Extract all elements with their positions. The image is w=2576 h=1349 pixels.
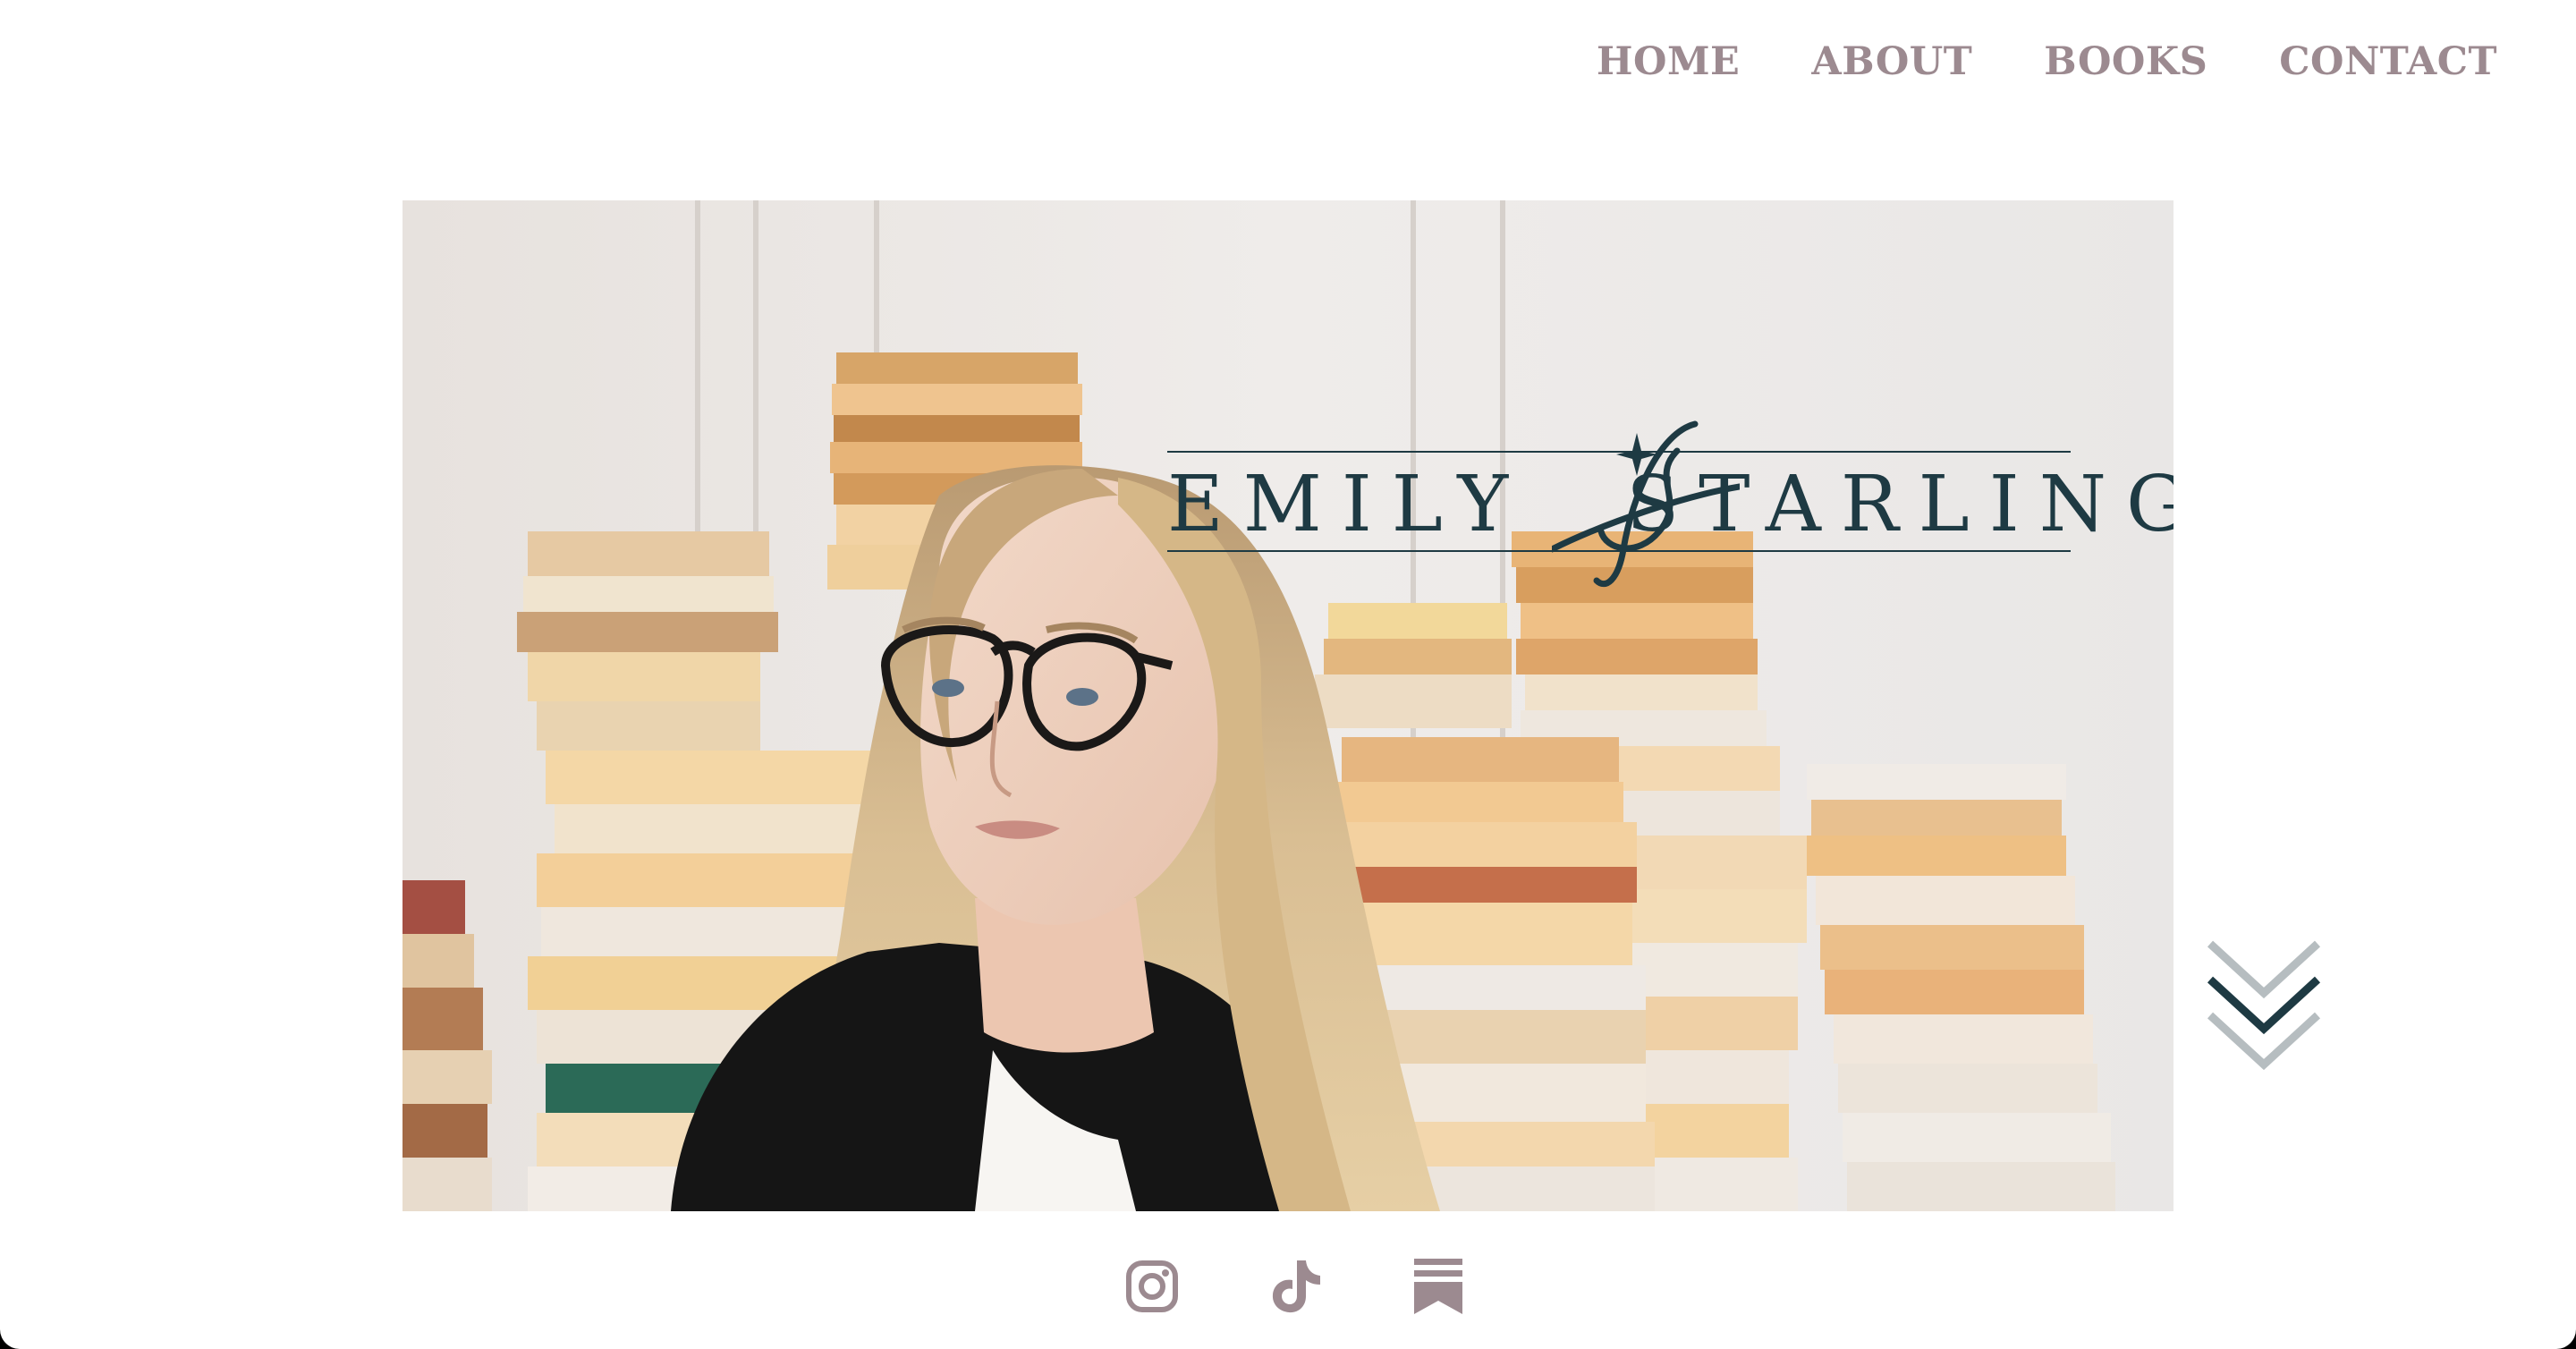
instagram-icon[interactable]	[1116, 1251, 1188, 1322]
social-links	[1116, 1251, 1474, 1322]
nav-home[interactable]: HOME	[1597, 39, 1740, 84]
nav-contact[interactable]: CONTACT	[2279, 39, 2497, 84]
page: HOME ABOUT BOOKS CONTACT EMILY STARLING	[0, 0, 2576, 1349]
substack-icon[interactable]	[1402, 1251, 1474, 1322]
scroll-down-chevron-icon[interactable]	[2206, 939, 2322, 1082]
logo-monogram-icon	[1552, 420, 1740, 588]
hero-image: EMILY STARLING	[402, 200, 2174, 1211]
tiktok-icon[interactable]	[1259, 1251, 1331, 1322]
main-nav: HOME ABOUT BOOKS CONTACT	[1597, 39, 2497, 84]
nav-books[interactable]: BOOKS	[2044, 39, 2207, 84]
nav-about[interactable]: ABOUT	[1811, 39, 1972, 84]
logo-first-name: EMILY	[1167, 460, 1529, 549]
site-logo[interactable]: EMILY STARLING	[1167, 308, 2174, 588]
